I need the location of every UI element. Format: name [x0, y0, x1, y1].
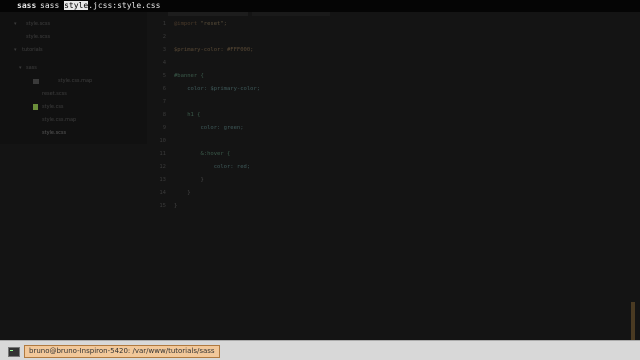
code-token: "reset"; — [200, 21, 228, 27]
line-number: 10 — [159, 138, 166, 144]
code-line: @import "reset"; — [174, 18, 227, 31]
code-line: &:hover { — [174, 148, 230, 161]
tree-item[interactable]: style.scss — [0, 31, 147, 44]
line-number: 2 — [162, 34, 166, 40]
chevron-down-icon[interactable]: ▾ — [14, 44, 17, 57]
scrollbar-thumb[interactable] — [631, 302, 635, 340]
command-text-rest: .jcss:style.css — [88, 1, 161, 10]
tree-item[interactable]: ▾ tutorials — [0, 44, 147, 57]
line-number: 3 — [162, 47, 166, 53]
file-icon — [33, 104, 38, 110]
taskbar: bruno@bruno-Inspiron-5420: /var/www/tuto… — [0, 340, 640, 360]
code-token: $primary-color: #FFF000; — [174, 47, 254, 53]
terminal-title-bar: sass sass style.jcss:style.css — [0, 0, 640, 12]
terminal-icon[interactable] — [8, 347, 20, 357]
tree-item[interactable]: style.css.map — [0, 114, 147, 127]
code-token: color: $primary-color; — [174, 86, 261, 92]
line-number: 4 — [162, 60, 166, 66]
tree-item[interactable]: reset.scss — [0, 88, 147, 101]
code-token: } — [174, 190, 191, 196]
code-token: &:hover { — [174, 151, 231, 157]
tree-item[interactable]: style.css.map — [0, 75, 147, 88]
line-number: 15 — [159, 203, 166, 209]
tree-item-label: reset.scss — [42, 91, 67, 97]
code-token: color: green; — [174, 125, 244, 131]
command-highlight: style — [64, 1, 89, 10]
code-line: h1 { — [174, 109, 201, 122]
code-line: color: $primary-color; — [174, 83, 260, 96]
code-line: #banner { — [174, 70, 204, 83]
tree-item-label: tutorials — [22, 47, 43, 53]
code-line: } — [174, 200, 177, 213]
code-token: } — [174, 177, 204, 183]
tree-item[interactable]: style.scss — [0, 127, 147, 140]
chevron-down-icon[interactable]: ▾ — [19, 62, 22, 75]
tree-item[interactable]: ▾ style.scss — [0, 18, 147, 31]
line-number: 9 — [162, 125, 166, 131]
tree-item-label: style.css.map — [58, 78, 93, 84]
command-line: sass style.jcss:style.css — [40, 0, 160, 12]
code-token: #banner { — [174, 73, 204, 79]
file-tree: ▾ style.scss style.scss ▾ tutorials ▾ sass styl… — [0, 4, 147, 144]
line-number: 13 — [159, 177, 166, 183]
code-line: } — [174, 174, 204, 187]
tree-item-label: sass — [26, 65, 37, 71]
code-line: } — [174, 187, 191, 200]
chevron-down-icon[interactable]: ▾ — [14, 18, 17, 31]
code-line: color: green; — [174, 122, 244, 135]
code-token: color: red; — [174, 164, 251, 170]
screen: ▾ style.scss style.scss ▾ tutorials ▾ sass styl… — [0, 0, 640, 360]
code-line: $primary-color: #FFF000; — [174, 44, 253, 57]
line-number: 14 — [159, 190, 166, 196]
session-name: sass — [17, 1, 37, 10]
tree-item-label: style.scss — [26, 21, 51, 27]
tree-item-label: style.scss — [26, 34, 51, 40]
line-number: 12 — [159, 164, 166, 170]
code-line: color: red; — [174, 161, 250, 174]
tree-item-label: style.css — [42, 104, 64, 110]
tree-item[interactable]: style.css — [0, 101, 147, 114]
tree-item-label: style.scss — [42, 130, 67, 136]
terminal-task-button[interactable]: bruno@bruno-Inspiron-5420: /var/www/tuto… — [24, 345, 220, 358]
editor-window: ▾ style.scss style.scss ▾ tutorials ▾ sass styl… — [0, 4, 640, 340]
line-number: 5 — [162, 73, 166, 79]
line-number: 11 — [159, 151, 166, 157]
code-token: @import — [174, 21, 201, 27]
tree-item-label: style.css.map — [42, 117, 77, 123]
command-text: sass — [40, 1, 65, 10]
line-number: 1 — [162, 21, 166, 27]
line-number: 8 — [162, 112, 166, 118]
tree-item[interactable]: ▾ sass — [0, 62, 147, 75]
code-token: } — [174, 203, 178, 209]
code-token: h1 { — [174, 112, 201, 118]
line-number: 7 — [162, 99, 166, 105]
folder-icon — [33, 79, 39, 84]
line-number: 6 — [162, 86, 166, 92]
